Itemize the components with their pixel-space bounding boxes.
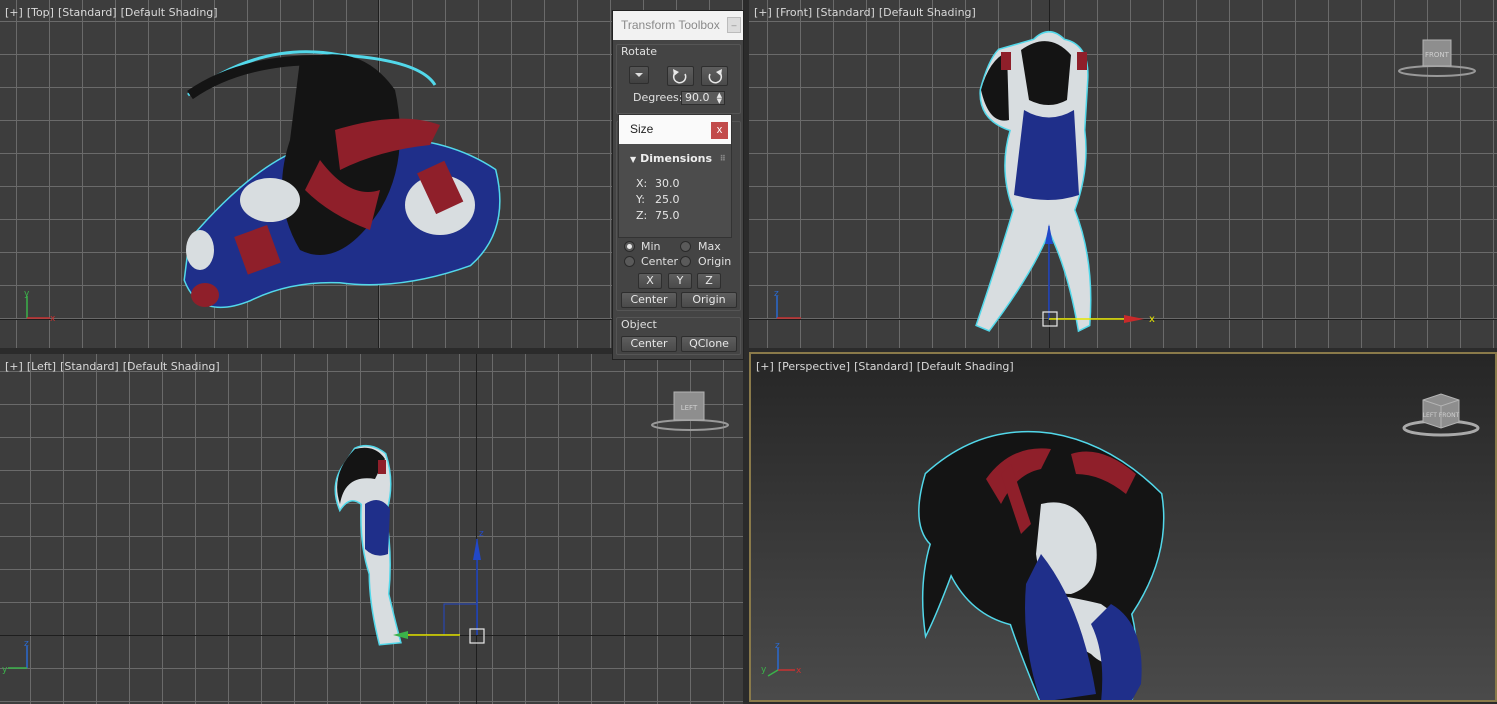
align-center-radio[interactable] (624, 256, 635, 267)
viewport-front[interactable]: x z [+] [Front] [Standard] [Default Shading… (749, 0, 1497, 348)
viewport-perspective-label[interactable]: [+] [Perspective] [Standard] [Default Shadi… (756, 360, 1018, 373)
align-x-button[interactable]: X (638, 273, 662, 289)
viewport-menu-plus[interactable]: [+] (754, 6, 772, 19)
viewport-shading-label[interactable]: [Default Shading] (123, 360, 220, 373)
viewcube-face-label: FRONT (1425, 51, 1450, 59)
dimension-value[interactable]: 30.0 (655, 177, 680, 190)
degrees-value: 90.0 (685, 91, 710, 104)
axis-label-z-small: z (24, 639, 29, 649)
align-origin-button[interactable]: Origin (681, 292, 737, 308)
align-min-radio[interactable] (624, 241, 635, 252)
character-perspective-view: z x y (761, 430, 1165, 700)
viewport-left-label[interactable]: [+] [Left] [Standard] [Default Shading] (5, 360, 224, 373)
object-label: Object (621, 318, 657, 331)
viewport-standard-label[interactable]: [Standard] (60, 360, 119, 373)
align-origin-radio[interactable] (680, 256, 691, 267)
dimensions-label: Dimensions (640, 152, 713, 165)
dimension-row-z: Z: 75.0 (636, 209, 680, 222)
rotate-label: Rotate (621, 45, 658, 58)
viewport-perspective[interactable]: z x y [+] [Perspective] [Standard] [Default… (749, 352, 1497, 702)
viewport-standard-label[interactable]: [Standard] (816, 6, 875, 19)
toolbox-title: Transform Toolbox (621, 18, 720, 32)
axis-label-z: z (479, 529, 484, 539)
close-button[interactable]: x (711, 122, 728, 139)
size-popup-title: Size (630, 122, 654, 136)
chevron-down-icon: ▼ (630, 155, 637, 164)
viewcube-face-label: LEFT (681, 404, 698, 412)
viewport-menu-plus[interactable]: [+] (5, 360, 23, 373)
axis-label-x: x (50, 314, 56, 324)
toolbox-minimize-button[interactable]: – (727, 17, 741, 33)
axis-label-y: y (2, 665, 8, 675)
dimension-axis: X: (636, 177, 648, 190)
axis-label-z: z (774, 289, 779, 299)
align-center-label: Center (641, 255, 679, 268)
align-y-button[interactable]: Y (668, 273, 692, 289)
align-center-button[interactable]: Center (621, 292, 677, 308)
dimension-row-y: Y: 25.0 (636, 193, 680, 206)
dimensions-rollout-header[interactable]: ▼ Dimensions ⠿ (624, 150, 730, 168)
rotate-ccw-icon (672, 69, 687, 84)
viewcube-icon[interactable]: LEFT FRONT (1401, 390, 1481, 438)
axis-label-z: z (775, 641, 780, 651)
viewport-shading-label[interactable]: [Default Shading] (879, 6, 976, 19)
degrees-label: Degrees: (633, 91, 683, 104)
axis-label-y: y (24, 289, 30, 299)
rotate-cw-icon (708, 69, 723, 84)
viewport-left[interactable]: z z y [+] [Left] [Standard] [Default Shadin… (0, 354, 743, 704)
rotate-cw-button[interactable] (701, 66, 728, 86)
spinner-arrows-icon[interactable]: ▲ ▼ (717, 92, 722, 105)
dimension-axis: Y: (636, 193, 645, 206)
degrees-spinner[interactable]: 90.0 ▲ ▼ (681, 91, 725, 105)
object-qclone-button[interactable]: QClone (681, 336, 737, 352)
dimension-value[interactable]: 25.0 (655, 193, 680, 206)
viewport-standard-label[interactable]: [Standard] (854, 360, 913, 373)
axis-label-x: x (1149, 314, 1155, 325)
rotate-axis-dropdown[interactable] (629, 66, 649, 84)
character-left-view: z z y (2, 444, 485, 675)
align-max-radio[interactable] (680, 241, 691, 252)
align-z-button[interactable]: Z (697, 273, 721, 289)
rotate-ccw-button[interactable] (667, 66, 694, 86)
align-min-label: Min (641, 240, 661, 253)
drag-grip-icon[interactable]: ⠿ (720, 150, 726, 168)
chevron-down-icon (635, 73, 643, 77)
character-front-view: x z (774, 31, 1155, 333)
viewport-shading-label[interactable]: [Default Shading] (917, 360, 1014, 373)
axis-label-x: x (796, 666, 802, 676)
dimension-axis: Z: (636, 209, 648, 222)
align-origin-label: Origin (698, 255, 732, 268)
dimension-row-x: X: 30.0 (636, 177, 680, 190)
axis-label-y: y (761, 665, 767, 675)
size-popup[interactable]: Size x ▼ Dimensions ⠿ X: 30.0 Y: 25.0 Z: 75.… (618, 114, 732, 238)
viewport-menu-plus[interactable]: [+] (756, 360, 774, 373)
viewport-pov-label[interactable]: [Front] (776, 6, 812, 19)
align-max-label: Max (698, 240, 721, 253)
dimension-value[interactable]: 75.0 (655, 209, 680, 222)
size-popup-header[interactable]: Size x (619, 115, 731, 144)
viewcube-icon[interactable]: LEFT (650, 390, 730, 432)
viewcube-icon[interactable]: FRONT (1397, 38, 1477, 80)
close-icon: x (716, 124, 723, 136)
viewport-pov-label[interactable]: [Perspective] (778, 360, 850, 373)
viewcube-face-label: LEFT FRONT (1423, 412, 1460, 419)
viewport-front-label[interactable]: [+] [Front] [Standard] [Default Shading] (754, 6, 980, 19)
toolbox-title-bar[interactable]: Transform Toolbox – (613, 11, 743, 40)
object-center-button[interactable]: Center (621, 336, 677, 352)
viewport-pov-label[interactable]: [Left] (27, 360, 56, 373)
